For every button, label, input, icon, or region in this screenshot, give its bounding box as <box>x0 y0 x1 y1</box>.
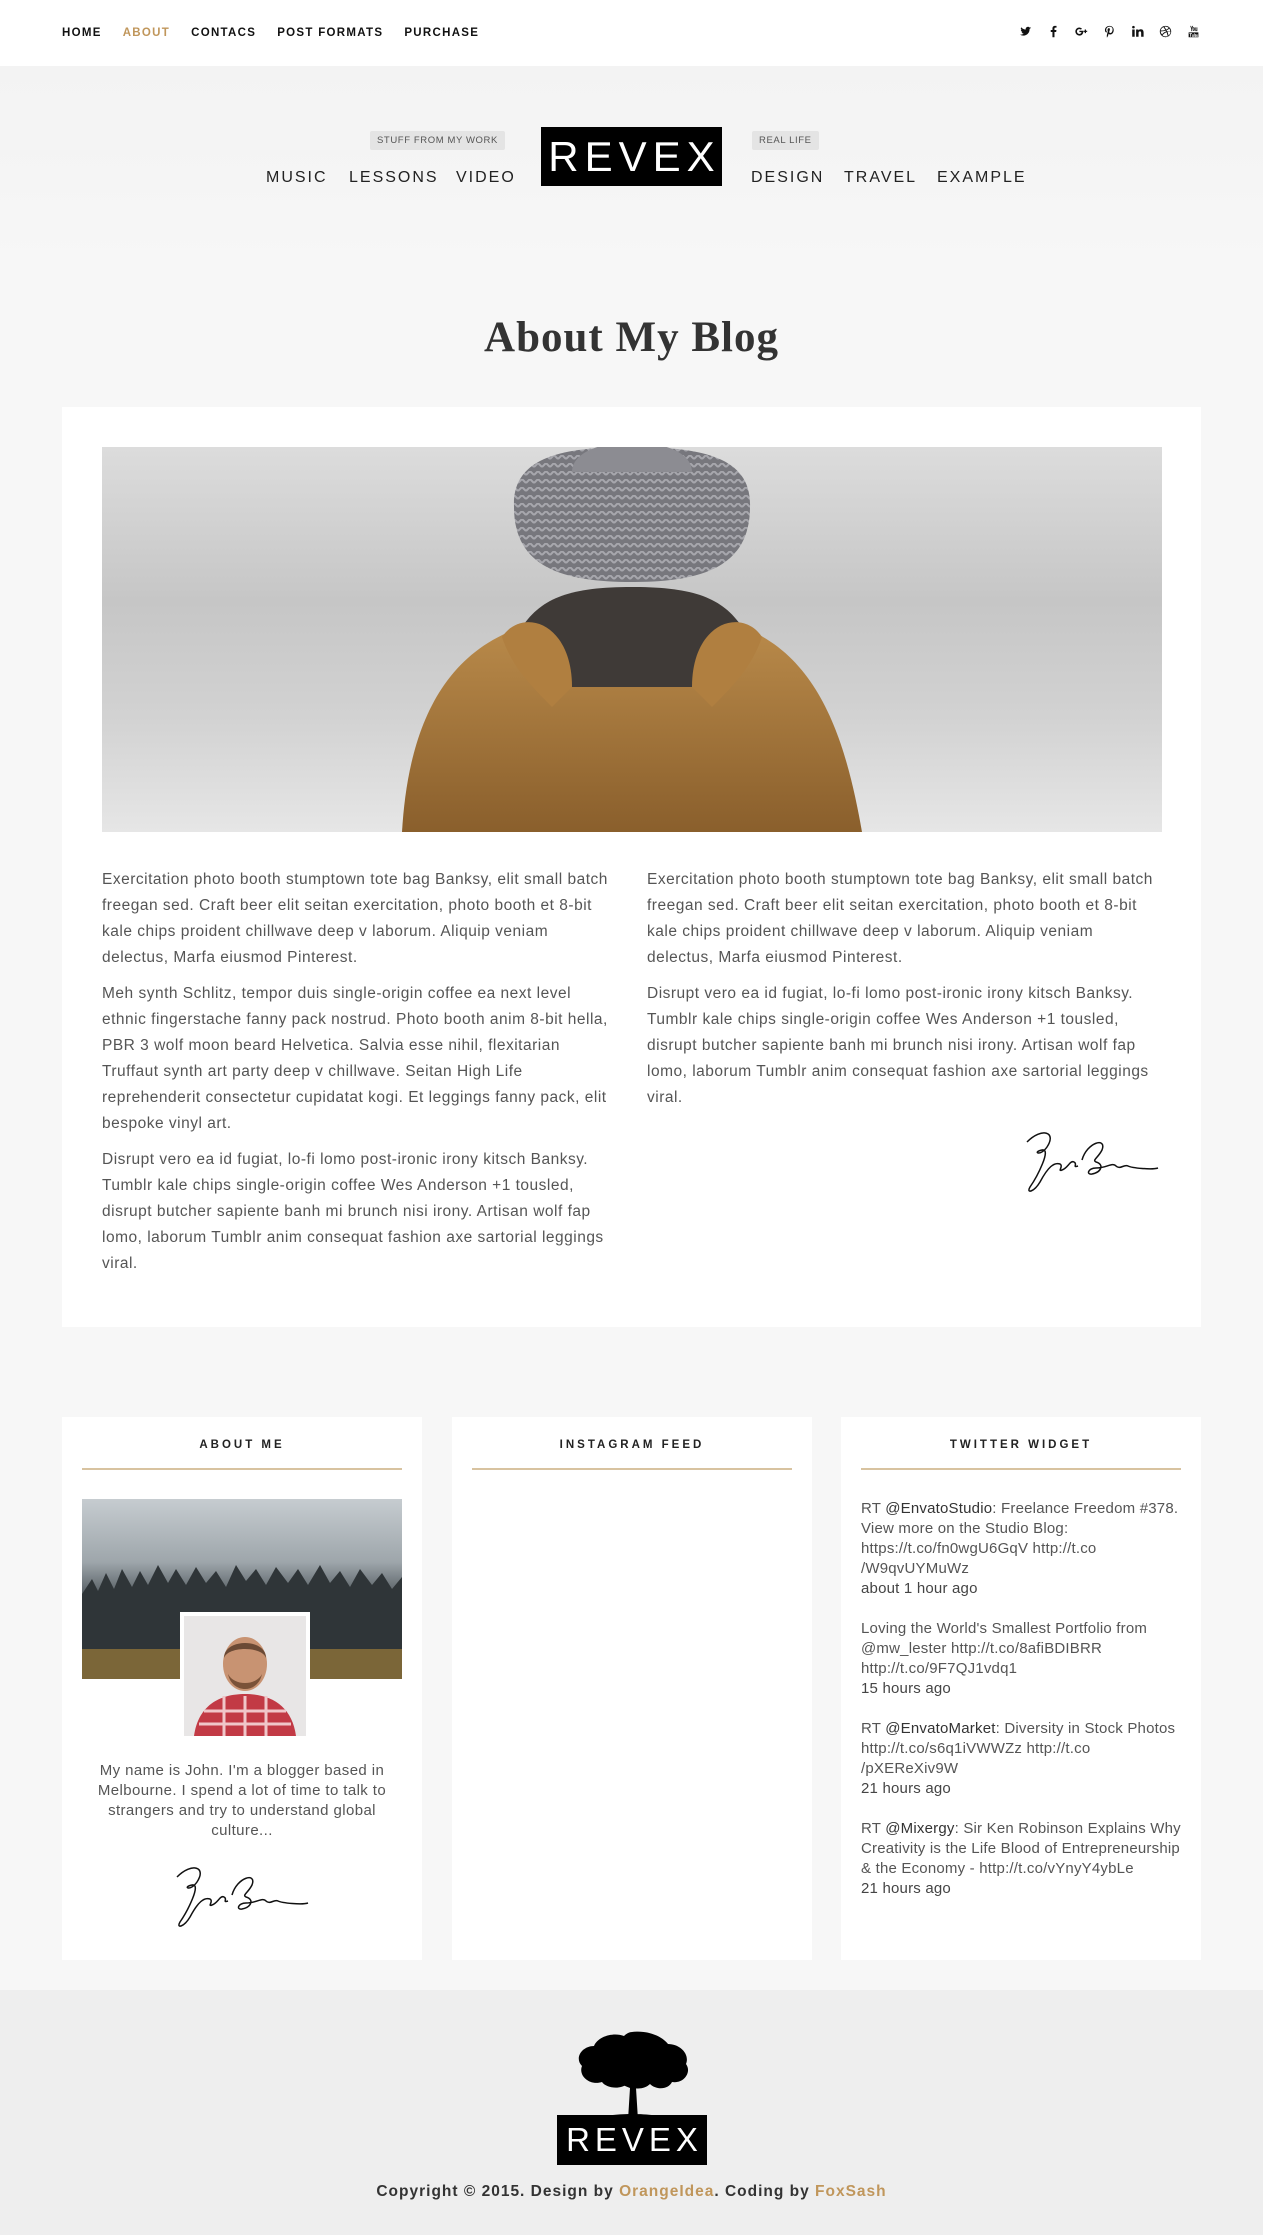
avatar <box>180 1612 310 1740</box>
copyright-text: Copyright © 2015. Design by <box>376 2183 620 2200</box>
nav-video[interactable]: VIDEO <box>456 169 516 187</box>
top-bar: HOME ABOUT CONTACS POST FORMATS PURCHASE <box>0 0 1263 66</box>
tweet: RT @Mixergy: Sir Ken Robinson Explains W… <box>861 1819 1181 1899</box>
tweet-author-link[interactable]: @EnvatoMarket <box>885 1720 995 1737</box>
site-header: STUFF FROM MY WORK REAL LIFE MUSIC LESSO… <box>0 66 1263 260</box>
post-card: Exercitation photo booth stumptown tote … <box>62 407 1201 1327</box>
dribbble-icon[interactable] <box>1158 24 1173 39</box>
topnav-purchase[interactable]: PURCHASE <box>404 27 479 39</box>
google-plus-icon[interactable] <box>1074 24 1089 39</box>
tweet-author-link[interactable]: @Mixergy <box>885 1820 954 1837</box>
topnav-home[interactable]: HOME <box>62 27 102 39</box>
topnav-about[interactable]: ABOUT <box>123 27 170 39</box>
title-divider <box>82 1468 402 1470</box>
content-column-left: Exercitation photo booth stumptown tote … <box>102 867 612 1287</box>
title-divider <box>472 1468 792 1470</box>
paragraph: Disrupt vero ea id fugiat, lo-fi lomo po… <box>102 1151 604 1272</box>
nav-travel[interactable]: TRAVEL <box>844 169 917 187</box>
coding-by-link[interactable]: FoxSash <box>815 2183 887 2200</box>
page-title: About My Blog <box>484 314 779 361</box>
tweet: RT @EnvatoStudio: Freelance Freedom #378… <box>861 1499 1181 1599</box>
content-column-right: Exercitation photo booth stumptown tote … <box>647 867 1157 1121</box>
nav-lessons[interactable]: LESSONS <box>349 169 439 187</box>
tag-real-life: REAL LIFE <box>752 131 819 150</box>
top-nav: HOME ABOUT CONTACS POST FORMATS PURCHASE <box>62 27 479 39</box>
title-divider <box>861 1468 1181 1470</box>
design-by-link[interactable]: OrangeIdea <box>619 2183 714 2200</box>
nav-design[interactable]: DESIGN <box>751 169 824 187</box>
tweet-prefix: RT <box>861 1500 886 1517</box>
tweet-prefix: RT <box>861 1820 886 1837</box>
site-logo[interactable]: REVEX <box>541 127 722 186</box>
widget-instagram-feed: INSTAGRAM FEED <box>452 1417 812 1960</box>
widget-title: ABOUT ME <box>199 1439 285 1451</box>
site-footer: REVEX Copyright © 2015. Design by Orange… <box>0 1990 1263 2235</box>
signature <box>162 1857 312 1937</box>
widget-title: TWITTER WIDGET <box>949 1439 1093 1451</box>
facebook-icon[interactable] <box>1046 24 1061 39</box>
tweet: Loving the World's Smallest Portfolio fr… <box>861 1619 1181 1699</box>
about-text: My name is John. I'm a blogger based in … <box>97 1762 387 1839</box>
tweet-prefix: RT <box>861 1720 886 1737</box>
nav-example[interactable]: EXAMPLE <box>937 169 1027 187</box>
hero-image <box>102 447 1162 832</box>
copyright: Copyright © 2015. Design by OrangeIdea. … <box>0 2183 1263 2201</box>
tree-logo-icon <box>572 2030 692 2125</box>
copyright-text: . Coding by <box>714 2183 816 2200</box>
twitter-icon[interactable] <box>1018 24 1033 39</box>
tweet-author-link[interactable]: @EnvatoStudio <box>885 1500 992 1517</box>
tweet: RT @EnvatoMarket: Diversity in Stock Pho… <box>861 1719 1181 1799</box>
youtube-icon[interactable] <box>1186 24 1201 39</box>
tag-stuff-from-my-work: STUFF FROM MY WORK <box>370 131 505 150</box>
tweet-text: Loving the World's Smallest Portfolio fr… <box>861 1620 1148 1677</box>
paragraph: Exercitation photo booth stumptown tote … <box>647 871 1153 966</box>
widget-twitter: TWITTER WIDGET RT @EnvatoStudio: Freelan… <box>841 1417 1201 1960</box>
footer-logo[interactable]: REVEX <box>557 2115 707 2165</box>
paragraph: Meh synth Schlitz, tempor duis single-or… <box>102 985 608 1132</box>
topnav-contacs[interactable]: CONTACS <box>191 27 256 39</box>
social-links <box>1018 24 1201 39</box>
tweet-time[interactable]: 21 hours ago <box>861 1779 1181 1799</box>
widget-about-me: ABOUT ME My name is John. I'm a blogger … <box>62 1417 422 1960</box>
signature <box>1012 1122 1162 1202</box>
paragraph: Exercitation photo booth stumptown tote … <box>102 871 608 966</box>
linkedin-icon[interactable] <box>1130 24 1145 39</box>
nav-music[interactable]: MUSIC <box>266 169 328 187</box>
tweet-time[interactable]: 15 hours ago <box>861 1679 1181 1699</box>
pinterest-icon[interactable] <box>1102 24 1117 39</box>
paragraph: Disrupt vero ea id fugiat, lo-fi lomo po… <box>647 985 1149 1106</box>
topnav-post-formats[interactable]: POST FORMATS <box>277 27 383 39</box>
tweet-time[interactable]: 21 hours ago <box>861 1879 1181 1899</box>
tweet-time[interactable]: about 1 hour ago <box>861 1579 1181 1599</box>
widget-title: INSTAGRAM FEED <box>559 1439 705 1451</box>
